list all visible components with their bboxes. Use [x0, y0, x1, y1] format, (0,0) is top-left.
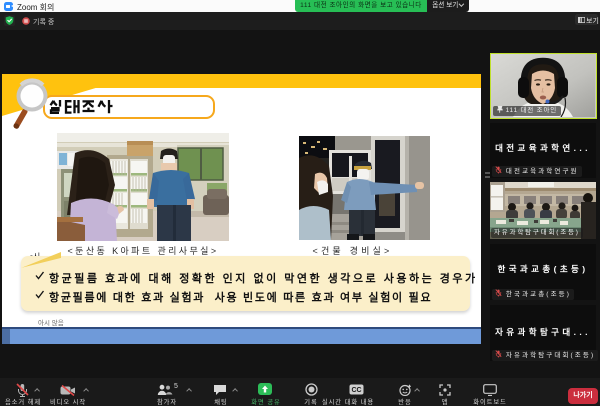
svg-text:CC: CC [351, 387, 361, 394]
